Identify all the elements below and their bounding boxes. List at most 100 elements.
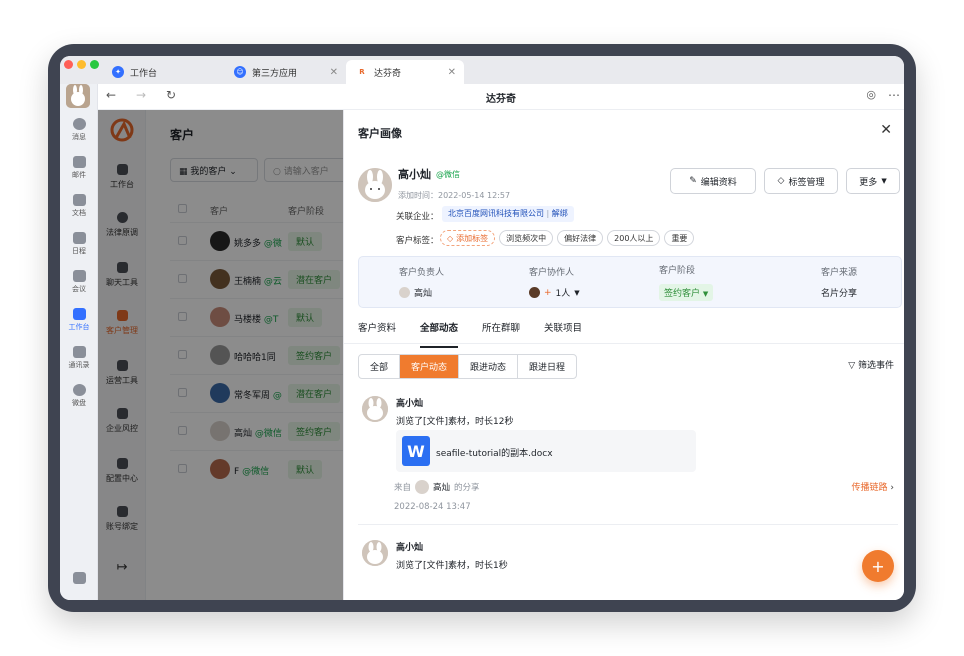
workbench-icon: ✦ (112, 66, 124, 78)
more-icon[interactable]: ⋯ (888, 88, 900, 102)
collab-value: 1人 (555, 289, 571, 299)
collab-label: 客户协作人 (529, 268, 575, 278)
owner-field: 客户负责人 高灿 (399, 265, 444, 299)
rail-label: 文档 (72, 209, 86, 217)
add-tag-button[interactable]: ◇ 添加标签 (440, 230, 496, 246)
close-tab-icon[interactable]: ✕ (448, 67, 456, 78)
grid-icon (72, 308, 86, 320)
stage-label: 客户阶段 (659, 266, 696, 276)
tabs-divider (344, 343, 904, 344)
event-source: 来自 高灿 的分享 (394, 480, 480, 494)
activity-filter-segments: 全部 客户动态 跟进动态 跟进日程 (358, 354, 578, 379)
caret-down-icon: ▼ (881, 177, 887, 185)
source-field: 客户来源 名片分享 (821, 265, 857, 299)
title-bar: ✦ 工作台 ☺ 第三方应用 ✕ R 达芬奇 ✕ (60, 56, 904, 84)
tag-manage-button[interactable]: ◇ 标签管理 (764, 168, 838, 194)
rail-item-drive[interactable]: 微盘 (60, 384, 98, 408)
owner-label: 客户负责人 (399, 268, 445, 278)
minimize-window-button[interactable] (77, 60, 86, 69)
company-chip: 北京百度网讯科技有限公司 | 解绑 (442, 206, 574, 222)
from-prefix: 来自 (394, 483, 412, 493)
file-card[interactable]: W seafile-tutorial的副本.docx (396, 430, 696, 472)
event-text: 浏览了[文件]素材，时长1秒 (396, 561, 508, 571)
tab-label: 工作台 (130, 68, 158, 79)
tab-workbench[interactable]: ✦ 工作台 (102, 60, 224, 84)
tag-icon: ◇ (447, 233, 454, 243)
customer-avatar (358, 168, 392, 202)
segment-all[interactable]: 全部 (359, 355, 401, 378)
wechat-tag: @微信 (436, 170, 460, 179)
more-button[interactable]: 更多 ▼ (846, 168, 900, 194)
stage-field[interactable]: 客户阶段 签约客户 ▼ (659, 263, 714, 301)
tab-third-party[interactable]: ☺ 第三方应用 ✕ (224, 60, 346, 84)
doc-icon (72, 194, 86, 206)
tag-icon: ◇ (777, 176, 785, 186)
add-tag-label: 添加标签 (456, 233, 489, 243)
edit-profile-button[interactable]: ✎ 编辑资料 (670, 168, 756, 194)
event-avatar (362, 396, 388, 422)
button-label: 更多 (859, 177, 878, 188)
modal-overlay[interactable] (98, 110, 343, 600)
sharer-name: 高灿 (433, 483, 451, 493)
chevron-right-icon: › (890, 483, 894, 493)
close-icon[interactable]: ✕ (880, 122, 892, 138)
rail-item-messages[interactable]: 消息 (60, 118, 98, 142)
rail-item-mail[interactable]: 邮件 (60, 156, 98, 180)
event-avatar (362, 540, 388, 566)
tags-label: 客户标签： (396, 236, 439, 246)
rail-label: 日程 (72, 247, 86, 255)
collab-avatar (529, 287, 540, 298)
caret-down-icon: ▼ (702, 290, 709, 298)
rail-label: 邮件 (72, 171, 86, 179)
tab-davinci[interactable]: R 达芬奇 ✕ (346, 60, 464, 84)
word-file-icon: W (402, 436, 430, 466)
rail-label: 微盘 (72, 399, 86, 407)
filter-icon: ▽ (848, 361, 858, 371)
maximize-window-button[interactable] (90, 60, 99, 69)
spread-label: 传播链路 (851, 483, 888, 493)
rail-item-contacts[interactable]: 通讯录 (60, 346, 98, 370)
tag-chip: 重要 (664, 230, 695, 246)
add-collab-icon[interactable]: + (544, 288, 552, 298)
apps-icon: ☺ (234, 66, 246, 78)
segment-followup-schedule[interactable]: 跟进日程 (518, 355, 576, 378)
segment-followup-activity[interactable]: 跟进动态 (459, 355, 519, 378)
tag-chip: 偏好法律 (557, 230, 604, 246)
unbind-link[interactable]: 解绑 (552, 209, 568, 218)
rail-label: 会议 (72, 285, 86, 293)
segment-customer-activity[interactable]: 客户动态 (400, 355, 460, 378)
source-value: 名片分享 (821, 289, 858, 299)
button-label: 标签管理 (788, 177, 825, 188)
rail-label: 消息 (72, 133, 86, 141)
collaborator-field[interactable]: 客户协作人 +1人 ▼ (529, 265, 580, 299)
event-text: 浏览了[文件]素材，时长12秒 (396, 417, 514, 427)
rail-item-stats[interactable] (60, 572, 98, 586)
rail-item-workbench[interactable]: 工作台 (60, 308, 98, 332)
rail-item-calendar[interactable]: 日程 (60, 232, 98, 256)
owner-value: 高灿 (414, 289, 433, 299)
page-title: 达芬奇 (486, 94, 516, 105)
rail-item-docs[interactable]: 文档 (60, 194, 98, 218)
add-activity-button[interactable]: + (862, 550, 894, 582)
event-date: 2022-08-24 13:47 (394, 502, 471, 512)
rail-item-meeting[interactable]: 会议 (60, 270, 98, 294)
filter-events-button[interactable]: ▽ 筛选事件 (848, 358, 894, 371)
close-tab-icon[interactable]: ✕ (330, 67, 338, 78)
company-label: 关联企业： (396, 212, 439, 222)
close-window-button[interactable] (64, 60, 73, 69)
user-avatar[interactable] (66, 84, 90, 108)
added-time: 添加时间：2022-05-14 12:57 (398, 191, 511, 200)
window-controls (64, 60, 99, 69)
event-user-name: 高小灿 (396, 543, 424, 553)
tags-list: ◇ 添加标签 浏览频次中 偏好法律 200人以上 重要 (440, 230, 695, 246)
bar-chart-icon (72, 572, 86, 584)
app-window: ✦ 工作台 ☺ 第三方应用 ✕ R 达芬奇 ✕ 消息 邮件 文档 日程 会议 工… (60, 56, 904, 600)
company-name[interactable]: 北京百度网讯科技有限公司 (448, 209, 544, 218)
settings-icon[interactable]: ◎ (866, 88, 876, 101)
drawer-title: 客户画像 (358, 127, 402, 140)
left-rail: 消息 邮件 文档 日程 会议 工作台 通讯录 微盘 (60, 84, 98, 600)
spread-chain-link[interactable]: 传播链路 › (852, 480, 895, 493)
from-suffix: 的分享 (454, 483, 480, 493)
owner-avatar (399, 287, 410, 298)
meeting-icon (72, 270, 86, 282)
